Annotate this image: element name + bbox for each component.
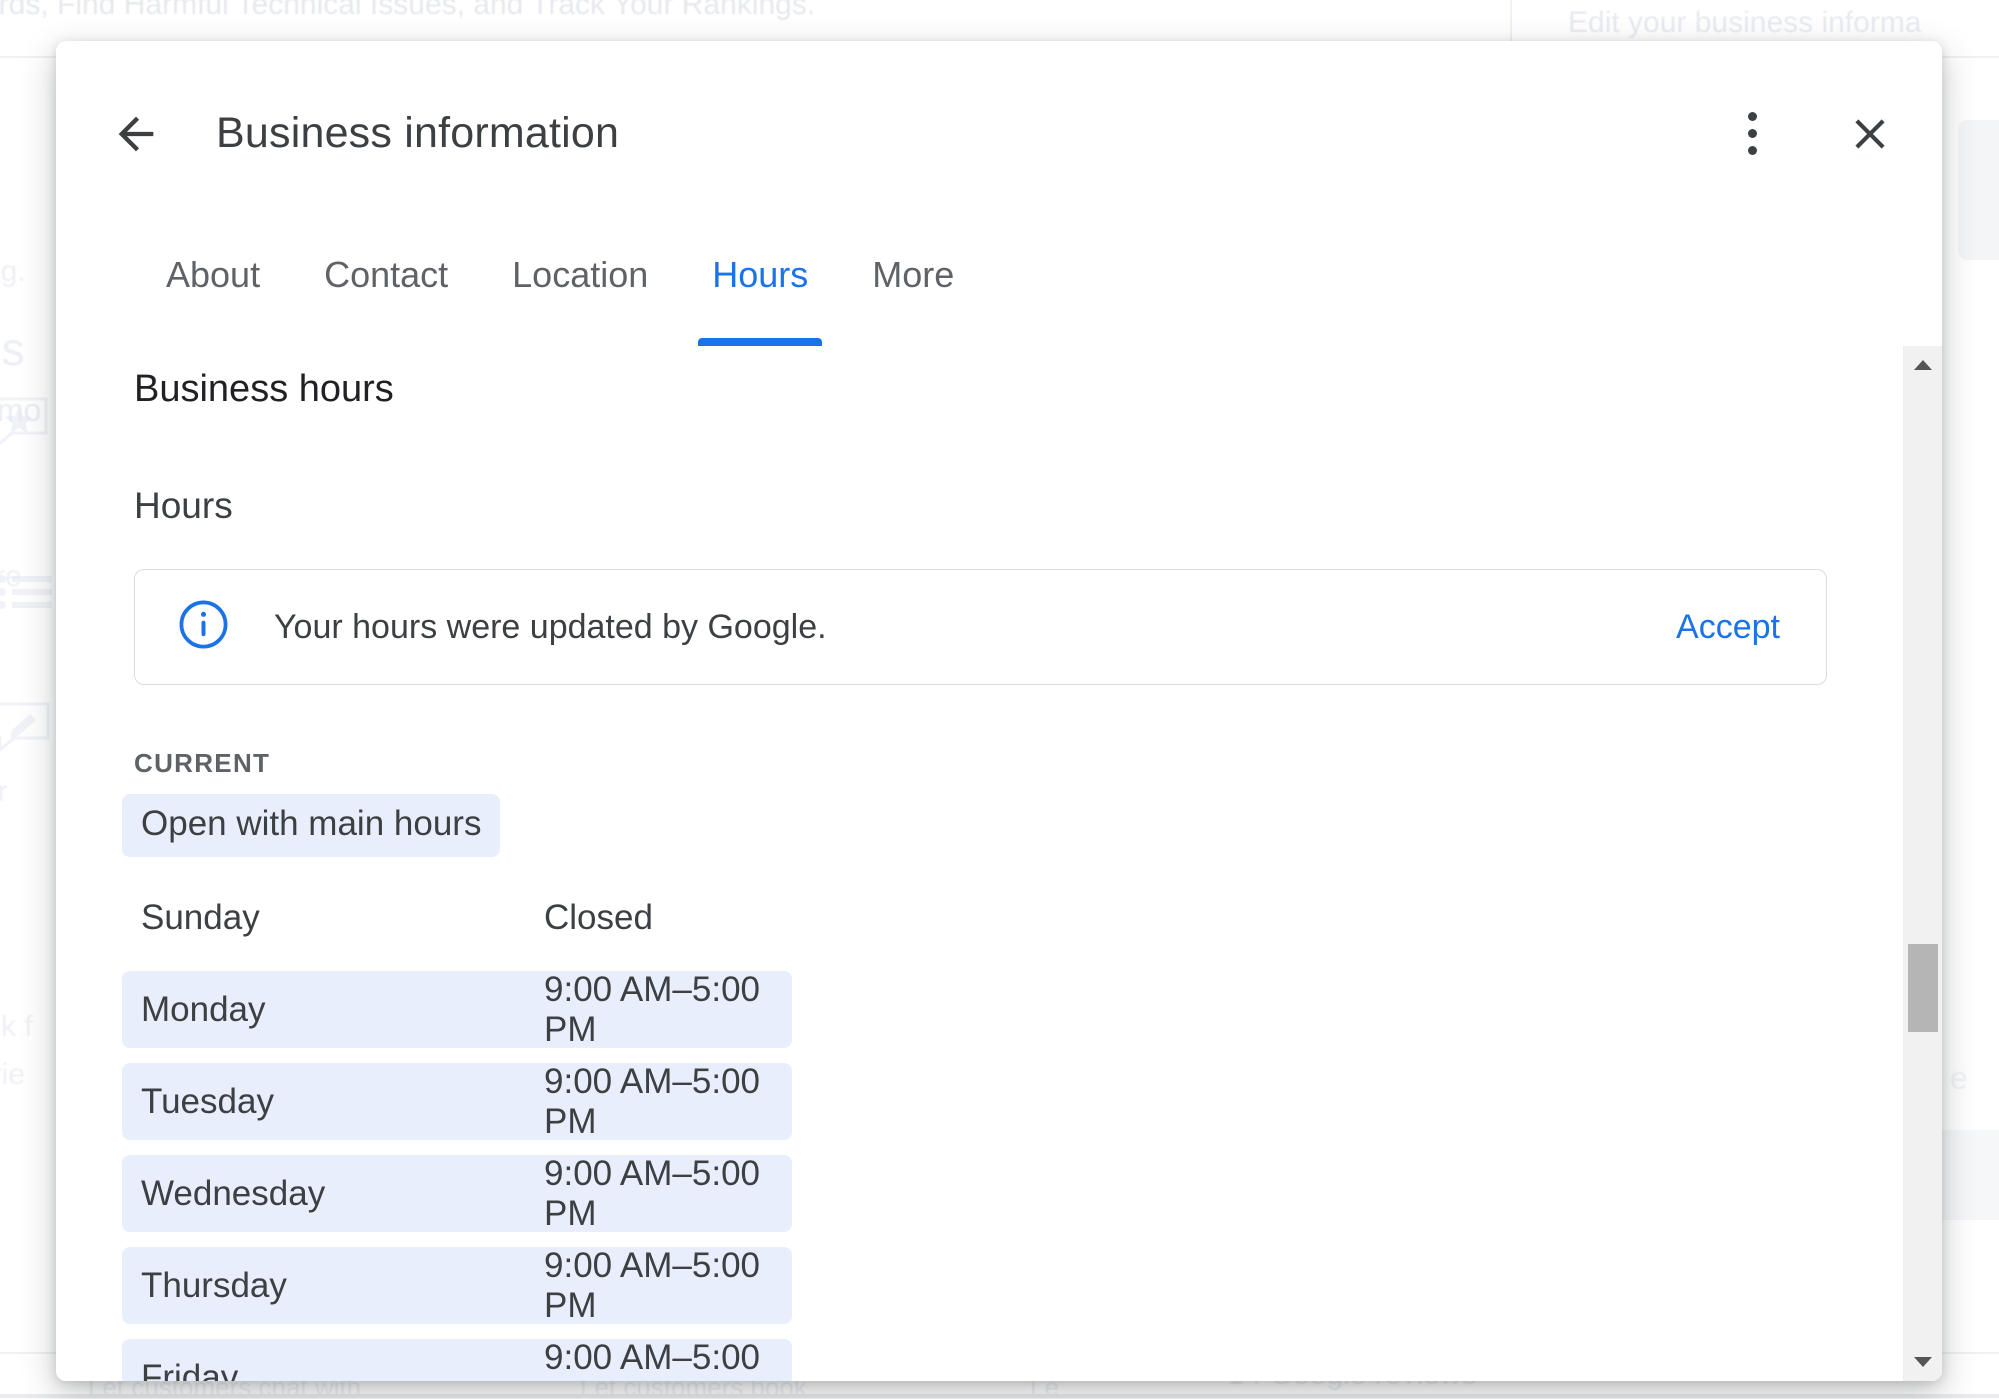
day-value: 9:00 AM–5:00 PM (544, 1061, 760, 1141)
day-value: 9:00 AM–5:00 PM (544, 1337, 760, 1382)
table-row[interactable]: Wednesday 9:00 AM–5:00 PM (122, 1153, 792, 1233)
day-value: Closed (544, 897, 653, 937)
hours-table: Sunday Closed Monday 9:00 AM–5:00 PM Tue… (122, 879, 1942, 1381)
business-information-dialog: Business information About Contact Locat… (56, 41, 1942, 1381)
kebab-dots (1747, 108, 1757, 159)
table-row[interactable]: Thursday 9:00 AM–5:00 PM (122, 1245, 792, 1325)
hours-panel: Business hours Hours Your hours were upd… (56, 346, 1942, 1381)
day-label: Thursday (141, 1265, 287, 1305)
day-label: Monday (141, 989, 266, 1029)
current-heading: CURRENT (134, 748, 271, 778)
day-value: 9:00 AM–5:00 PM (544, 969, 760, 1049)
list-icon (0, 572, 52, 617)
day-value: 9:00 AM–5:00 PM (544, 1245, 760, 1325)
scrollbar-track[interactable] (1904, 384, 1942, 1343)
tab-label: About (166, 254, 261, 295)
background-fragment: ng. (0, 255, 26, 288)
background-fragment: es (0, 323, 25, 375)
tab-about[interactable]: About (134, 226, 292, 346)
back-arrow-icon[interactable] (98, 96, 174, 172)
vertical-scrollbar[interactable] (1903, 346, 1942, 1381)
background-headline-right: Edit your business informa (1568, 6, 1922, 39)
active-tab-indicator (698, 338, 823, 346)
scroll-up-arrow-icon[interactable] (1904, 346, 1942, 384)
table-row[interactable]: Sunday Closed (122, 879, 792, 956)
background-fragment: e (1950, 1060, 1968, 1096)
close-icon[interactable] (1832, 96, 1908, 172)
dialog-body: Business hours Hours Your hours were upd… (56, 346, 1942, 1381)
day-label: Wednesday (141, 1173, 326, 1213)
kebab-menu-icon[interactable] (1714, 96, 1790, 172)
review-star-bubble-icon (0, 395, 50, 456)
background-panel (1958, 120, 1999, 260)
tab-more[interactable]: More (840, 226, 986, 346)
background-headline-left: ords, Find Harmful Technical Issues, and… (0, 0, 816, 21)
background-fragment: ser (0, 775, 8, 808)
hours-updated-notice: Your hours were updated by Google. Accep… (134, 569, 1827, 685)
dialog-tabs: About Contact Location Hours More (56, 226, 1942, 346)
day-label: Tuesday (141, 1081, 274, 1121)
table-row[interactable]: Monday 9:00 AM–5:00 PM (122, 969, 792, 1049)
accept-button[interactable]: Accept (1670, 607, 1786, 648)
background-divider (0, 1394, 1999, 1398)
edit-pencil-bubble-icon (0, 700, 52, 761)
day-label: Sunday (141, 897, 260, 937)
section-title: Business hours (134, 368, 394, 410)
tab-label: More (872, 254, 955, 295)
tab-location[interactable]: Location (480, 226, 680, 346)
background-fragment: evie (0, 1058, 26, 1091)
page-title: Business information (216, 109, 620, 157)
hours-field-label: Hours (134, 485, 233, 526)
tab-label: Hours (712, 254, 809, 295)
day-value: 9:00 AM–5:00 PM (544, 1153, 760, 1233)
notice-message: Your hours were updated by Google. (274, 607, 827, 646)
tab-hours[interactable]: Hours (680, 226, 840, 346)
scroll-down-arrow-icon[interactable] (1904, 1343, 1942, 1381)
current-status-chip[interactable]: Open with main hours (122, 794, 501, 857)
day-label: Friday (141, 1357, 239, 1382)
table-row[interactable]: Tuesday 9:00 AM–5:00 PM (122, 1061, 792, 1141)
table-row[interactable]: Friday 9:00 AM–5:00 PM (122, 1337, 792, 1382)
tab-label: Location (512, 254, 649, 295)
info-circle-icon (177, 598, 230, 656)
scrollbar-thumb[interactable] (1908, 944, 1938, 1032)
dialog-header: Business information (56, 41, 1942, 226)
tab-contact[interactable]: Contact (292, 226, 480, 346)
background-fragment: sk f (0, 1010, 33, 1043)
tab-label: Contact (324, 254, 449, 295)
